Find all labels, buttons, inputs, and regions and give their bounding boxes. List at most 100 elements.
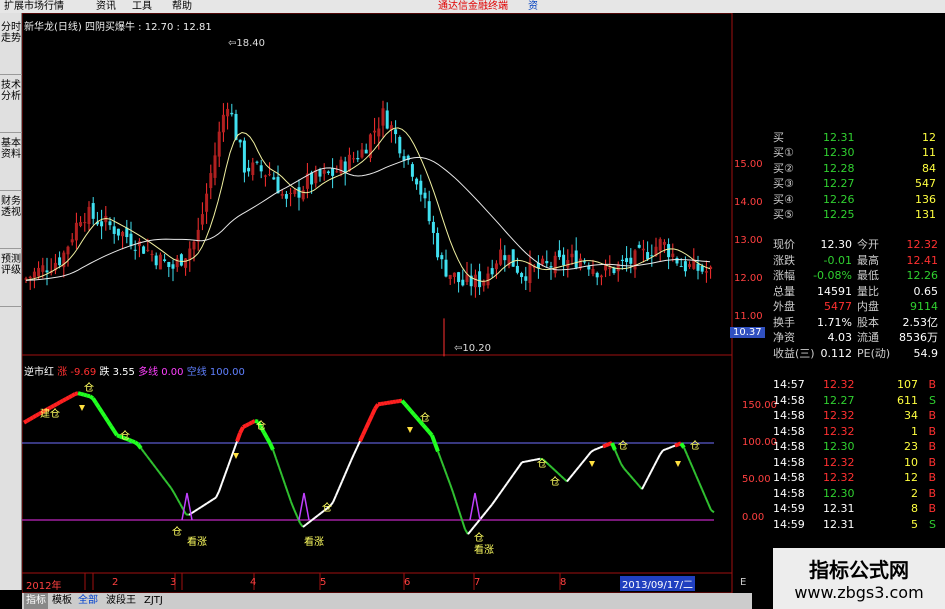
- oscillator-segment: [97, 406, 104, 414]
- menu-item[interactable]: 帮助: [172, 0, 192, 13]
- low-price-label: ⇦10.20: [454, 343, 492, 354]
- candle-body: [650, 255, 654, 257]
- oscillator-segment: [626, 471, 631, 476]
- down-arrow: [675, 461, 681, 467]
- tab-all[interactable]: 全部: [76, 593, 100, 609]
- candle-body: [662, 241, 666, 245]
- watermark-title: 指标公式网: [809, 558, 909, 582]
- candle-body: [545, 261, 549, 264]
- tab-technical[interactable]: 技术分析: [0, 77, 22, 133]
- bid-row: 买⑤ 12.25 131: [773, 208, 936, 221]
- oscillator-segment: [238, 426, 245, 435]
- candle-body: [658, 239, 662, 251]
- candle-body: [524, 276, 528, 281]
- tab-finance[interactable]: 财务透视: [0, 193, 22, 249]
- oscillator-segment: [167, 483, 172, 489]
- tab-intraday[interactable]: 分时走势: [0, 19, 22, 75]
- chart-canvas[interactable]: [22, 13, 745, 593]
- bid-row: 买② 12.28 84: [773, 161, 936, 175]
- tab-fundamental[interactable]: 基本资料: [0, 135, 22, 191]
- menu-item[interactable]: 资讯: [96, 0, 116, 13]
- candle-body: [331, 168, 335, 176]
- oscillator-segment: [497, 491, 502, 497]
- oscillator-segment: [698, 481, 703, 490]
- oscillator-segment: [704, 495, 709, 504]
- oscillator-segment: [109, 424, 116, 432]
- oscillator-segment: [350, 453, 355, 462]
- oscillator-segment: [364, 420, 371, 430]
- candle-body: [184, 258, 188, 268]
- tab-indicator[interactable]: 指标: [24, 593, 48, 609]
- signal-label: 仓: [84, 383, 94, 394]
- oscillator-segment: [671, 444, 676, 448]
- chart-header: 新华龙(日线) 四阴买爆牛 : 12.70 : 12.81: [24, 22, 212, 33]
- candle-body: [566, 260, 570, 268]
- oscillator-segment: [59, 398, 64, 405]
- candle-body: [410, 164, 414, 177]
- candle-body: [205, 193, 209, 212]
- candle-body: [28, 276, 32, 279]
- candle-body: [100, 221, 104, 227]
- candle-body: [79, 222, 83, 226]
- tab-zjtj[interactable]: ZJTJ: [142, 593, 165, 609]
- oscillator-segment: [548, 464, 553, 469]
- oscillator-segment: [179, 503, 184, 510]
- oscillator-segment: [437, 451, 442, 460]
- oscillator-segment: [31, 413, 38, 420]
- oscillator-segment: [707, 502, 712, 511]
- oscillator-segment: [170, 487, 175, 494]
- candle-body: [381, 108, 385, 126]
- candle-body: [91, 203, 95, 219]
- oscillator-segment: [203, 502, 208, 507]
- oscillator-segment: [610, 442, 617, 451]
- oscillator-segment: [593, 447, 598, 451]
- oscillator-segment: [406, 406, 413, 413]
- stat-row: 收益(三) 0.112 PE(动) 54.9: [773, 346, 938, 360]
- tab-wave[interactable]: 波段王: [104, 593, 138, 609]
- menu-item[interactable]: 工具: [132, 0, 152, 13]
- date-box: 2013/09/17/二: [620, 576, 696, 591]
- candle-body: [158, 254, 162, 270]
- oscillator-segment: [293, 508, 298, 517]
- oscillator-segment: [112, 429, 119, 437]
- candle-body: [360, 149, 364, 158]
- chart-pane[interactable]: 新华龙(日线) 四阴买爆牛 : 12.70 : 12.81 ⇦18.40 ⇦10…: [22, 13, 777, 593]
- oscillator-segment: [500, 487, 505, 493]
- oscillator-segment: [569, 473, 574, 479]
- oscillator-segment: [662, 448, 667, 452]
- oscillator-segment: [551, 466, 556, 472]
- tick-row: 14:57 12.32 107 B: [773, 378, 936, 391]
- oscillator-segment: [509, 474, 514, 480]
- candle-body: [213, 155, 217, 178]
- candle-body: [629, 257, 633, 264]
- candle-body: [356, 158, 360, 160]
- oscillator-segment: [647, 471, 652, 479]
- high-price-label: ⇦18.40: [228, 38, 266, 49]
- tick-row: 14:58 12.32 1 B: [773, 424, 936, 438]
- oscillator-segment: [467, 529, 472, 535]
- candle-body: [448, 274, 452, 280]
- oscillator-segment: [133, 440, 140, 446]
- indicator-marks: [79, 405, 681, 521]
- oscillator-segment: [299, 522, 304, 528]
- menu-edge[interactable]: 资: [528, 0, 538, 13]
- oscillator-segment: [62, 397, 67, 403]
- menu-item[interactable]: 扩展市场行情: [4, 0, 64, 13]
- oscillator-segment: [34, 412, 41, 418]
- candle-body: [318, 169, 322, 177]
- oscillator-segment: [461, 519, 466, 530]
- candle-body: [675, 257, 679, 264]
- oscillator-segment: [94, 401, 101, 409]
- oscillator-segment: [572, 469, 577, 475]
- oscillator-segment: [524, 460, 529, 463]
- time-axis-label: 7: [474, 577, 481, 588]
- candle-body: [259, 165, 263, 172]
- candle-body: [322, 170, 326, 174]
- tab-forecast[interactable]: 预测评级: [0, 251, 22, 307]
- tab-template[interactable]: 模板: [50, 593, 74, 609]
- candle-body: [284, 194, 288, 199]
- stat-row: 总量 14591 量比 0.65: [773, 284, 938, 298]
- candle-body: [667, 244, 671, 258]
- signal-label: 仓: [256, 421, 266, 432]
- oscillator-segment: [353, 447, 358, 455]
